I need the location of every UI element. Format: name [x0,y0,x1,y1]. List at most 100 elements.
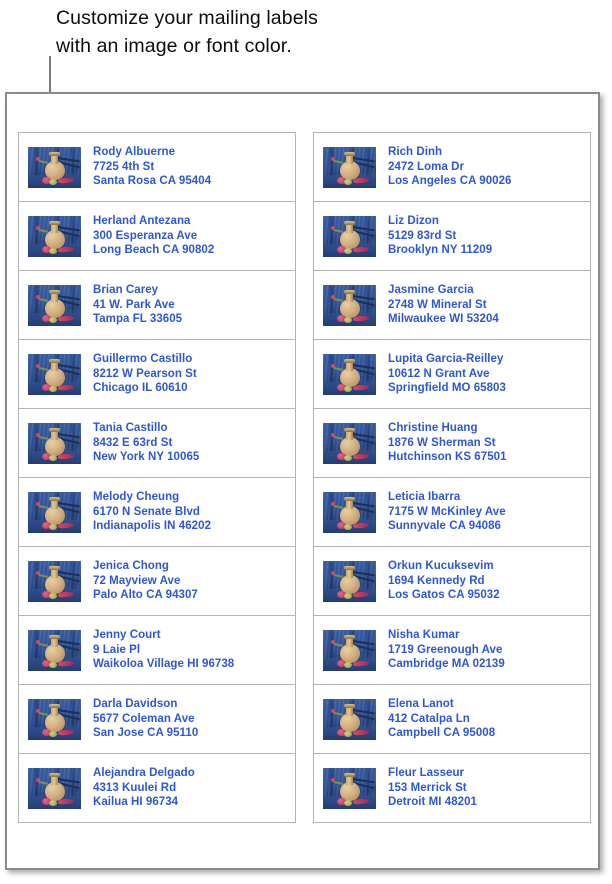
label-street: 72 Mayview Ave [93,574,181,587]
mailing-label-cell[interactable]: Tania Castillo 8432 E 63rd St New York NY … [18,408,296,478]
label-street: 5129 83rd St [388,229,457,242]
label-address-block: Fleur Lasseur 153 Merrick St Detroit MI 48… [388,766,477,810]
label-street: 8432 E 63rd St [93,436,173,449]
label-address-block: Elena Lanot 412 Catalpa Ln Campbell CA 950… [388,697,495,741]
mailing-label-cell[interactable]: Lupita Garcia-Reilley 10612 N Grant Ave Sp… [313,339,591,409]
label-address-block: Jenny Court 9 Laie Pl Waikoloa Village HI … [93,628,234,672]
label-street: 2748 W Mineral St [388,298,487,311]
label-image-thumbnail [28,629,81,671]
label-image-thumbnail [323,767,376,809]
label-address-block: Jenica Chong 72 Mayview Ave Palo Alto CA 9… [93,559,198,603]
label-street: 2472 Loma Dr [388,160,465,173]
label-address-block: Jasmine Garcia 2748 W Mineral St Milwaukee… [388,283,499,327]
label-city-state-zip: Waikoloa Village HI 96738 [93,658,235,671]
label-city-state-zip: Cambridge MA 02139 [388,658,505,671]
label-recipient-name: Guillermo Castillo [93,353,193,366]
label-city-state-zip: Tampa FL 33605 [93,313,183,326]
label-address-block: Rody Albuerne 7725 4th St Santa Rosa CA 95… [93,145,211,189]
label-address-block: Liz Dizon 5129 83rd St Brooklyn NY 11209 [388,214,492,258]
label-recipient-name: Jenica Chong [93,560,170,573]
label-recipient-name: Lupita Garcia-Reilley [388,353,504,366]
mailing-label-cell[interactable]: Jenica Chong 72 Mayview Ave Palo Alto CA 9… [18,546,296,616]
label-city-state-zip: Sunnyvale CA 94086 [388,520,501,533]
mailing-label-cell[interactable]: Orkun Kucuksevim 1694 Kennedy Rd Los Gatos… [313,546,591,616]
label-address-block: Melody Cheung 6170 N Senate Blvd Indianapo… [93,490,211,534]
mailing-label-cell[interactable]: Rich Dinh 2472 Loma Dr Los Angeles CA 9002… [313,132,591,202]
label-street: 8212 W Pearson St [93,367,197,380]
label-street: 6170 N Senate Blvd [93,505,201,518]
label-address-block: Alejandra Delgado 4313 Kuulei Rd Kailua HI… [93,766,195,810]
label-image-thumbnail [323,560,376,602]
mailing-label-cell[interactable]: Fleur Lasseur 153 Merrick St Detroit MI 48… [313,753,591,823]
mailing-label-cell[interactable]: Jenny Court 9 Laie Pl Waikoloa Village HI … [18,615,296,685]
label-recipient-name: Orkun Kucuksevim [388,560,494,573]
label-recipient-name: Rich Dinh [388,146,443,159]
label-image-thumbnail [28,353,81,395]
mailing-label-cell[interactable]: Guillermo Castillo 8212 W Pearson St Chica… [18,339,296,409]
mailing-label-cell[interactable]: Liz Dizon 5129 83rd St Brooklyn NY 11209 [313,201,591,271]
label-city-state-zip: Santa Rosa CA 95404 [93,175,212,188]
label-recipient-name: Alejandra Delgado [93,767,195,780]
label-column-left: Rody Albuerne 7725 4th St Santa Rosa CA 95… [18,132,296,823]
label-city-state-zip: Campbell CA 95008 [388,727,496,740]
label-city-state-zip: Chicago IL 60610 [93,382,188,395]
callout-text: Customize your mailing labels with an im… [56,7,318,57]
mailing-label-cell[interactable]: Alejandra Delgado 4313 Kuulei Rd Kailua HI… [18,753,296,823]
label-image-thumbnail [28,560,81,602]
label-city-state-zip: Los Gatos CA 95032 [388,589,500,602]
label-image-thumbnail [28,491,81,533]
label-image-thumbnail [323,146,376,188]
label-grid: Rody Albuerne 7725 4th St Santa Rosa CA 95… [18,132,591,823]
label-recipient-name: Liz Dizon [388,215,439,228]
label-recipient-name: Christine Huang [388,422,478,435]
label-address-block: Orkun Kucuksevim 1694 Kennedy Rd Los Gatos… [388,559,500,603]
label-city-state-zip: Los Angeles CA 90026 [388,175,512,188]
label-street: 41 W. Park Ave [93,298,175,311]
label-street: 4313 Kuulei Rd [93,781,177,794]
label-recipient-name: Tania Castillo [93,422,168,435]
label-city-state-zip: Palo Alto CA 94307 [93,589,198,602]
mailing-label-cell[interactable]: Herland Antezana 300 Esperanza Ave Long Be… [18,201,296,271]
label-street: 1694 Kennedy Rd [388,574,485,587]
mailing-label-cell[interactable]: Brian Carey 41 W. Park Ave Tampa FL 33605 [18,270,296,340]
label-column-right: Rich Dinh 2472 Loma Dr Los Angeles CA 9002… [313,132,591,823]
label-street: 5677 Coleman Ave [93,712,195,725]
mailing-label-cell[interactable]: Leticia Ibarra 7175 W McKinley Ave Sunnyva… [313,477,591,547]
label-address-block: Nisha Kumar 1719 Greenough Ave Cambridge M… [388,628,505,672]
label-address-block: Lupita Garcia-Reilley 10612 N Grant Ave Sp… [388,352,506,396]
mailing-label-cell[interactable]: Jasmine Garcia 2748 W Mineral St Milwaukee… [313,270,591,340]
label-recipient-name: Elena Lanot [388,698,454,711]
label-recipient-name: Fleur Lasseur [388,767,465,780]
label-city-state-zip: Hutchinson KS 67501 [388,451,507,464]
mailing-label-cell[interactable]: Nisha Kumar 1719 Greenough Ave Cambridge M… [313,615,591,685]
label-street: 300 Esperanza Ave [93,229,198,242]
label-image-thumbnail [28,215,81,257]
label-street: 153 Merrick St [388,781,467,794]
label-street: 1719 Greenough Ave [388,643,503,656]
label-image-thumbnail [323,422,376,464]
label-image-thumbnail [323,698,376,740]
mailing-label-cell[interactable]: Rody Albuerne 7725 4th St Santa Rosa CA 95… [18,132,296,202]
label-address-block: Christine Huang 1876 W Sherman St Hutchins… [388,421,507,465]
label-recipient-name: Jenny Court [93,629,161,642]
label-recipient-name: Jasmine Garcia [388,284,474,297]
label-city-state-zip: Milwaukee WI 53204 [388,313,499,326]
label-image-thumbnail [28,698,81,740]
mailing-label-cell[interactable]: Christine Huang 1876 W Sherman St Hutchins… [313,408,591,478]
label-city-state-zip: Detroit MI 48201 [388,796,477,809]
label-recipient-name: Leticia Ibarra [388,491,461,504]
label-address-block: Darla Davidson 5677 Coleman Ave San Jose C… [93,697,198,741]
label-sheet-preview: Rody Albuerne 7725 4th St Santa Rosa CA 95… [5,92,600,870]
mailing-label-cell[interactable]: Melody Cheung 6170 N Senate Blvd Indianapo… [18,477,296,547]
label-city-state-zip: Indianapolis IN 46202 [93,520,212,533]
label-city-state-zip: Springfield MO 65803 [388,382,506,395]
mailing-label-cell[interactable]: Darla Davidson 5677 Coleman Ave San Jose C… [18,684,296,754]
label-image-thumbnail [323,215,376,257]
label-address-block: Rich Dinh 2472 Loma Dr Los Angeles CA 9002… [388,145,512,189]
label-image-thumbnail [323,353,376,395]
mailing-label-cell[interactable]: Elena Lanot 412 Catalpa Ln Campbell CA 950… [313,684,591,754]
label-address-block: Leticia Ibarra 7175 W McKinley Ave Sunnyva… [388,490,506,534]
label-address-block: Herland Antezana 300 Esperanza Ave Long Be… [93,214,214,258]
label-recipient-name: Rody Albuerne [93,146,176,159]
label-recipient-name: Darla Davidson [93,698,178,711]
